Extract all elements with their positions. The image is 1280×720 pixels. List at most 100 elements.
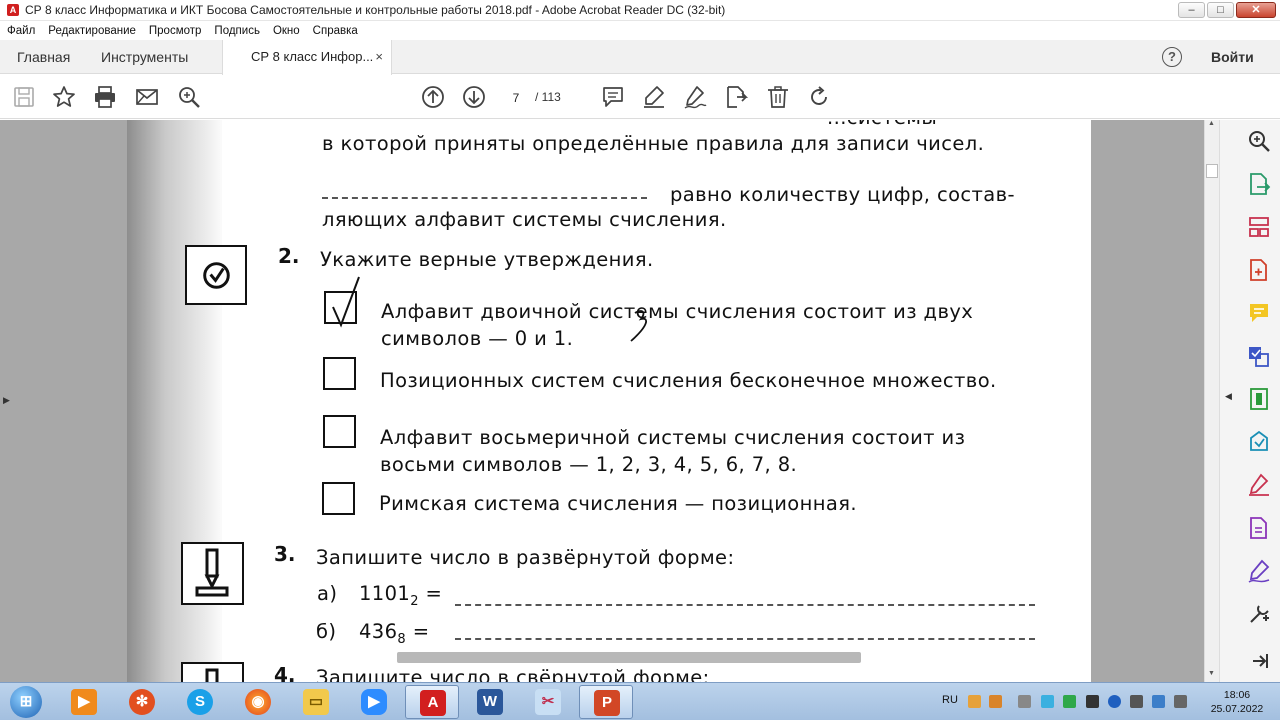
q3-pencil-icon bbox=[181, 542, 244, 605]
q2-option-3-line-1: Алфавит восьмеричной системы счисления с… bbox=[380, 426, 966, 449]
network-icon[interactable] bbox=[1130, 695, 1143, 708]
tray-icon-2[interactable] bbox=[989, 695, 1002, 708]
firefox-icon: ◉ bbox=[245, 689, 271, 715]
star-icon[interactable] bbox=[51, 84, 77, 110]
taskbar-media-player[interactable]: ▶ bbox=[57, 685, 111, 719]
clock-date: 25.07.2022 bbox=[1210, 703, 1264, 715]
export-pdf-icon[interactable] bbox=[1247, 172, 1271, 196]
protect-icon[interactable] bbox=[1247, 516, 1271, 540]
q4-prompt: Запишите число в свёрнутой форме: bbox=[316, 666, 710, 682]
tray-icon-1[interactable] bbox=[968, 695, 981, 708]
menu-file[interactable]: Файл bbox=[0, 25, 41, 37]
taskbar-firefox[interactable]: ◉ bbox=[231, 685, 285, 719]
acrobat-app-icon: A bbox=[7, 4, 19, 16]
tab-home[interactable]: Главная bbox=[17, 40, 70, 74]
search-icon[interactable] bbox=[176, 84, 202, 110]
menu-window[interactable]: Окно bbox=[266, 25, 306, 37]
taskbar-zoom[interactable]: ▶ bbox=[347, 685, 401, 719]
delete-icon[interactable] bbox=[765, 84, 791, 110]
signin-button[interactable]: Войти bbox=[1211, 40, 1254, 74]
collapse-panel-icon[interactable] bbox=[1247, 649, 1271, 673]
tray-icon-6[interactable] bbox=[1086, 695, 1099, 708]
taskbar-powerpoint-recorder[interactable]: P bbox=[579, 685, 633, 719]
send-sign-icon[interactable] bbox=[1247, 559, 1271, 583]
system-clock[interactable]: 18:06 25.07.2022 bbox=[1200, 688, 1274, 716]
sign-icon[interactable] bbox=[682, 84, 708, 110]
horizontal-scrollbar[interactable] bbox=[397, 652, 861, 663]
start-button[interactable]: ⊞ bbox=[0, 685, 54, 719]
tab-tools[interactable]: Инструменты bbox=[101, 40, 188, 74]
comment-icon[interactable] bbox=[600, 84, 626, 110]
tab-document[interactable]: СР 8 класс Инфор... × bbox=[222, 40, 392, 75]
scroll-down-icon[interactable]: ▼ bbox=[1208, 670, 1215, 677]
language-indicator[interactable]: RU bbox=[942, 694, 958, 706]
tray-icon-4[interactable] bbox=[1041, 695, 1054, 708]
scroll-up-icon[interactable]: ▲ bbox=[1208, 120, 1215, 127]
comment-tool-icon[interactable] bbox=[1247, 301, 1271, 325]
minimize-button[interactable]: – bbox=[1178, 2, 1205, 18]
fill-sign-icon[interactable] bbox=[1247, 473, 1271, 497]
q3b-answer-blank bbox=[455, 638, 1035, 640]
menu-help[interactable]: Справка bbox=[306, 25, 364, 37]
q3a-label: а) bbox=[317, 582, 338, 605]
right-pane-toggle-icon[interactable]: ◀ bbox=[1225, 391, 1232, 402]
menu-edit[interactable]: Редактирование bbox=[41, 25, 142, 37]
menu-bar: Файл Редактирование Просмотр Подпись Окн… bbox=[0, 21, 1280, 40]
document-viewer[interactable]: ▶ ...системы в которой приняты определён… bbox=[0, 120, 1219, 682]
page-total: / 113 bbox=[535, 90, 561, 104]
vertical-scrollbar[interactable]: ▲ ▼ bbox=[1204, 120, 1219, 682]
print-icon[interactable] bbox=[92, 84, 118, 110]
page-down-icon[interactable] bbox=[461, 84, 487, 110]
title-bar: A СР 8 класс Информатика и ИКТ Босова Са… bbox=[0, 0, 1280, 21]
tray-check-icon[interactable] bbox=[1063, 695, 1076, 708]
maximize-button[interactable]: □ bbox=[1207, 2, 1234, 18]
q2-option-4-checkbox[interactable] bbox=[322, 482, 355, 515]
compress-icon[interactable] bbox=[1247, 387, 1271, 411]
create-pdf-icon[interactable] bbox=[1247, 258, 1271, 282]
handwritten-check-mark bbox=[332, 276, 360, 328]
folder-icon: ▭ bbox=[303, 689, 329, 715]
volume-icon[interactable] bbox=[1174, 695, 1187, 708]
clock-time: 18:06 bbox=[1223, 689, 1251, 701]
media-player-icon: ▶ bbox=[71, 689, 97, 715]
taskbar-file-explorer[interactable]: ▭ bbox=[289, 685, 343, 719]
taskbar-word[interactable]: W bbox=[463, 685, 517, 719]
page-number-input[interactable]: 7 bbox=[499, 86, 533, 108]
left-pane-toggle-icon[interactable]: ▶ bbox=[3, 395, 10, 406]
help-icon[interactable]: ? bbox=[1162, 47, 1182, 67]
zoom-tool-icon[interactable] bbox=[1247, 129, 1271, 153]
scissors-icon: ✂ bbox=[535, 689, 561, 715]
scroll-thumb[interactable] bbox=[1206, 164, 1218, 178]
menu-view[interactable]: Просмотр bbox=[142, 25, 208, 37]
q2-option-4-line-1: Римская система счисления — позиционная. bbox=[379, 492, 857, 515]
taskbar-acrobat-reader[interactable]: A bbox=[405, 685, 459, 719]
taskbar-skype[interactable]: S bbox=[173, 685, 227, 719]
q3b-value: 436 bbox=[359, 620, 398, 643]
tray-icon-3[interactable] bbox=[1018, 695, 1031, 708]
highlight-icon[interactable] bbox=[641, 84, 667, 110]
bluetooth-icon[interactable] bbox=[1108, 695, 1121, 708]
save-icon[interactable] bbox=[11, 84, 37, 110]
q3b-equals: = bbox=[412, 620, 430, 643]
q2-option-3-checkbox[interactable] bbox=[323, 415, 356, 448]
close-window-button[interactable]: ✕ bbox=[1236, 2, 1276, 18]
windows-taskbar: ⊞ ▶ ✻ S ◉ ▭ ▶ A W ✂ P RU 18:06 25.07.202… bbox=[0, 682, 1280, 720]
more-tools-icon[interactable] bbox=[1247, 602, 1271, 626]
menu-sign[interactable]: Подпись bbox=[207, 25, 266, 37]
combine-files-icon[interactable] bbox=[1247, 344, 1271, 368]
taskbar-scissors-tool[interactable]: ✂ bbox=[521, 685, 575, 719]
powerpoint-icon: P bbox=[594, 690, 620, 716]
q3a-number: 11012 = bbox=[359, 582, 442, 609]
email-icon[interactable] bbox=[134, 84, 160, 110]
rotate-icon[interactable] bbox=[806, 84, 832, 110]
share-icon[interactable] bbox=[723, 84, 749, 110]
flag-icon[interactable] bbox=[1152, 695, 1165, 708]
zoom-app-icon: ▶ bbox=[361, 689, 387, 715]
close-tab-icon[interactable]: × bbox=[375, 40, 383, 74]
page-up-icon[interactable] bbox=[420, 84, 446, 110]
edit-pdf-icon[interactable] bbox=[1247, 430, 1271, 454]
q2-option-2-checkbox[interactable] bbox=[323, 357, 356, 390]
taskbar-app-dots[interactable]: ✻ bbox=[115, 685, 169, 719]
organize-pages-icon[interactable] bbox=[1247, 215, 1271, 239]
pdf-page: ...системы в которой приняты определённы… bbox=[127, 120, 1091, 682]
